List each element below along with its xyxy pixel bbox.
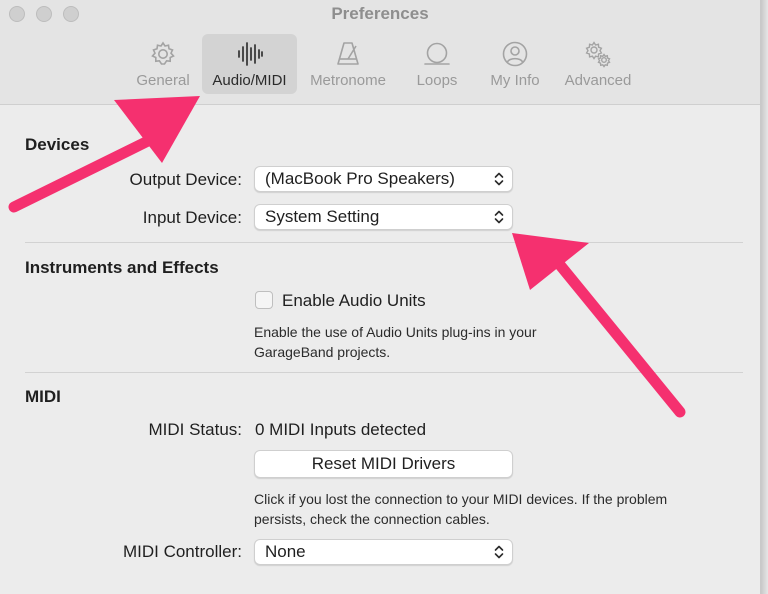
annotation-overlay (8, 96, 686, 418)
arrow-to-input-device-select (512, 233, 686, 418)
arrow-to-audio-midi-tab (8, 96, 200, 213)
